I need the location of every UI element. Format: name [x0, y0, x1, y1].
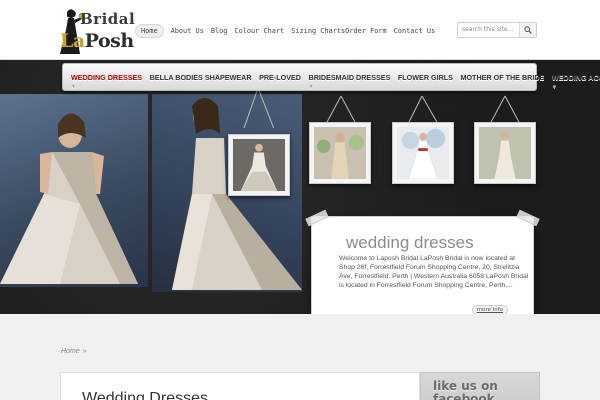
widget-title: like us on facebook: [433, 380, 498, 400]
catnav-bella-bodies[interactable]: BELLA BODIES SHAPEWEAR: [150, 73, 252, 82]
content-panel: Wedding Dresses: [60, 372, 420, 400]
page-title: Wedding Dresses: [82, 390, 208, 400]
top-navigation: Home About Us Blog Colour Chart Sizing C…: [135, 24, 442, 38]
catnav-flower-girls-label: FLOWER GIRLS: [397, 72, 453, 82]
catnav-flower-girls[interactable]: FLOWER GIRLS: [398, 73, 453, 82]
breadcrumb-home[interactable]: Home: [61, 348, 80, 355]
catnav-mother-of-bride[interactable]: MOTHER OF THE BRIDE: [460, 73, 544, 82]
thumbnail-image: [233, 139, 285, 191]
logo-word-bridal: Bridal: [80, 10, 136, 28]
search-button[interactable]: [519, 23, 536, 37]
breadcrumb-separator: »: [82, 348, 87, 355]
magnifier-icon: [524, 26, 532, 34]
topnav-order-form[interactable]: Order Form: [345, 27, 387, 35]
featured-info-box: wedding dresses Welcome to Laposh Bridal…: [305, 209, 540, 316]
logo-word-laposh: LaPosh: [60, 30, 134, 52]
catnav-bridesmaid[interactable]: BRIDESMAID DRESSES ▼: [308, 72, 391, 90]
thumbnail-4[interactable]: [474, 122, 536, 184]
catnav-pre-loved[interactable]: PRE-LOVED: [259, 73, 301, 82]
sidebar-widget-facebook: like us on facebook: [420, 372, 540, 400]
thumbnail-3[interactable]: [392, 122, 454, 184]
catnav-pre-loved-label: PRE-LOVED: [259, 72, 301, 82]
topnav-sizing-charts[interactable]: Sizing Charts: [291, 27, 345, 35]
topnav-colour-chart[interactable]: Colour Chart: [234, 27, 284, 35]
category-navigation: WEDDING DRESSES ▼ BELLA BODIES SHAPEWEAR …: [62, 63, 600, 91]
logo-word-la: La: [60, 30, 85, 52]
catnav-bella-bodies-label: BELLA BODIES SHAPEWEAR: [149, 72, 252, 82]
page: Bridal LaPosh Home About Us Blog Colour …: [0, 0, 600, 400]
site-header: Bridal LaPosh Home About Us Blog Colour …: [0, 0, 600, 60]
widget-title-line2: facebook: [433, 392, 495, 400]
search-input[interactable]: search this site...: [462, 26, 513, 33]
search-box: search this site...: [457, 22, 537, 38]
catnav-bridesmaid-label: BRIDESMAID DRESSES: [308, 72, 391, 82]
site-logo[interactable]: Bridal LaPosh: [58, 8, 135, 56]
catnav-mother-of-bride-label: MOTHER OF THE BRIDE: [460, 72, 545, 82]
catnav-wedding-dresses[interactable]: WEDDING DRESSES ▼: [71, 72, 143, 90]
thumbnail-2[interactable]: [309, 122, 371, 184]
breadcrumb: Home»: [61, 348, 87, 355]
catnav-wedding-dresses-label: WEDDING DRESSES: [71, 72, 143, 82]
topnav-about-us[interactable]: About Us: [171, 27, 204, 35]
thumbnail-image: [314, 127, 366, 179]
featured-excerpt: Welcome to Laposh Bridal LaPosh Bridal i…: [339, 255, 529, 289]
topnav-contact-us[interactable]: Contact Us: [394, 27, 436, 35]
topnav-blog[interactable]: Blog: [211, 27, 228, 35]
dropdown-arrow-icon: ▼: [308, 83, 314, 90]
dropdown-arrow-icon: ▼: [551, 83, 557, 90]
featured-title[interactable]: wedding dresses: [346, 233, 474, 253]
catnav-wedding-accessories[interactable]: WEDDING ACCESSORIES▼: [551, 72, 600, 90]
topnav-home[interactable]: Home: [135, 24, 164, 38]
widget-title-line1: like us on: [433, 379, 498, 393]
catnav-wedding-accessories-label: WEDDING ACCESSORIES: [551, 72, 600, 82]
dropdown-arrow-icon: ▼: [71, 83, 76, 90]
logo-word-posh: Posh: [84, 30, 134, 52]
thumbnail-1[interactable]: [228, 134, 290, 196]
thumbnail-image: [397, 127, 449, 180]
thumbnail-image: [479, 127, 531, 179]
